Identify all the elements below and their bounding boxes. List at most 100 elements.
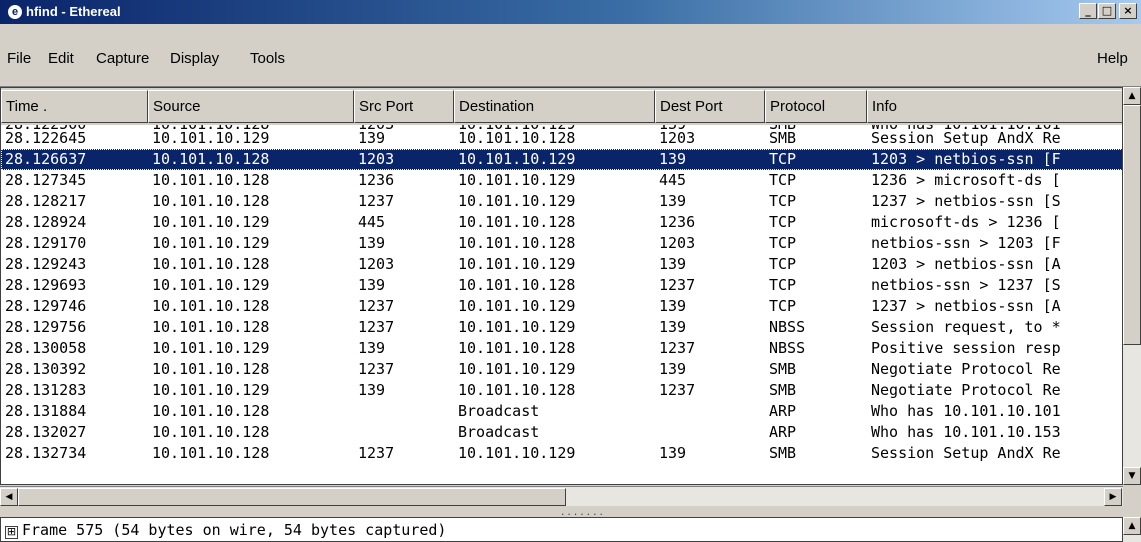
menu-file[interactable]: File bbox=[7, 50, 31, 67]
scroll-down-arrow-icon[interactable]: ▼ bbox=[1123, 467, 1141, 485]
cell-time: 28.128924 bbox=[5, 213, 87, 231]
cell-destination: 10.101.10.128 bbox=[458, 276, 576, 294]
cell-destination: Broadcast bbox=[458, 423, 540, 441]
minimize-button[interactable]: _ bbox=[1079, 3, 1097, 19]
cell-protocol: TCP bbox=[769, 276, 797, 294]
cell-source: 10.101.10.129 bbox=[152, 129, 270, 147]
title-bar[interactable]: e hfind - Ethereal _ □ × bbox=[0, 0, 1141, 24]
packet-row[interactable]: 28.130392 10.101.10.128 1237 10.101.10.129 1… bbox=[1, 359, 1122, 380]
menu-capture[interactable]: Capture bbox=[96, 50, 149, 67]
pane-splitter[interactable]: ....... bbox=[0, 507, 1141, 518]
cell-src-port: 1237 bbox=[358, 444, 395, 462]
packet-row[interactable]: 28.131283 10.101.10.129 139 10.101.10.128 12… bbox=[1, 380, 1122, 401]
packet-row[interactable]: 28.129243 10.101.10.128 1203 10.101.10.129 1… bbox=[1, 254, 1122, 275]
packet-row[interactable]: 28.128924 10.101.10.129 445 10.101.10.128 12… bbox=[1, 212, 1122, 233]
packet-row[interactable]: 28.131884 10.101.10.128 Broadcast ARP Who ha… bbox=[1, 401, 1122, 422]
cell-src-port: 1203 bbox=[358, 150, 395, 168]
packet-detail-pane[interactable]: ⊞ Frame 575 (54 bytes on wire, 54 bytes c… bbox=[0, 517, 1123, 542]
cell-src-port: 139 bbox=[358, 381, 386, 399]
cell-protocol: TCP bbox=[769, 255, 797, 273]
expand-tree-icon[interactable]: ⊞ bbox=[5, 526, 18, 539]
cell-destination: 10.101.10.129 bbox=[458, 360, 576, 378]
packet-row[interactable]: 28.129756 10.101.10.128 1237 10.101.10.129 1… bbox=[1, 317, 1122, 338]
menu-bar: File Edit Capture Display Tools Help bbox=[0, 24, 1141, 87]
scroll-left-arrow-icon[interactable]: ◀ bbox=[0, 488, 18, 506]
column-header-protocol[interactable]: Protocol bbox=[765, 90, 867, 123]
cell-src-port: 1237 bbox=[358, 297, 395, 315]
cell-src-port: 445 bbox=[358, 213, 386, 231]
cell-destination: 10.101.10.129 bbox=[458, 150, 576, 168]
packet-row[interactable]: 28.132734 10.101.10.128 1237 10.101.10.129 1… bbox=[1, 443, 1122, 464]
cell-src-port: 1237 bbox=[358, 318, 395, 336]
packet-list[interactable]: 28.12250010.101.10.128120310.101.10.1291… bbox=[0, 87, 1123, 485]
cell-time: 28.131884 bbox=[5, 402, 87, 420]
cell-time: 28.128217 bbox=[5, 192, 87, 210]
close-button[interactable]: × bbox=[1119, 3, 1137, 19]
cell-time: 28.127345 bbox=[5, 171, 87, 189]
detail-frame-text: Frame 575 (54 bytes on wire, 54 bytes ca… bbox=[22, 521, 447, 539]
cell-dest-port: 139 bbox=[659, 444, 687, 462]
column-header-dest-port[interactable]: Dest Port bbox=[655, 90, 765, 123]
cell-source: 10.101.10.128 bbox=[152, 444, 270, 462]
cell-src-port: 139 bbox=[358, 339, 386, 357]
cell-info: Negotiate Protocol Re bbox=[871, 360, 1061, 378]
cell-protocol: ARP bbox=[769, 423, 797, 441]
packet-row[interactable]: 28.132027 10.101.10.128 Broadcast ARP Who ha… bbox=[1, 422, 1122, 443]
cell-dest-port: 139 bbox=[659, 255, 687, 273]
cell-destination: 10.101.10.128 bbox=[458, 381, 576, 399]
scroll-right-arrow-icon[interactable]: ▶ bbox=[1104, 488, 1122, 506]
column-header-src-port[interactable]: Src Port bbox=[354, 90, 454, 123]
detail-scroll-up-arrow-icon[interactable]: ▲ bbox=[1123, 517, 1141, 535]
cell-source: 10.101.10.129 bbox=[152, 276, 270, 294]
cell-source: 10.101.10.128 bbox=[152, 171, 270, 189]
packet-row[interactable]: 28.130058 10.101.10.129 139 10.101.10.128 12… bbox=[1, 338, 1122, 359]
cell-destination: 10.101.10.128 bbox=[458, 339, 576, 357]
packet-row[interactable]: 28.127345 10.101.10.128 1236 10.101.10.129 4… bbox=[1, 170, 1122, 191]
cell-info: netbios-ssn > 1237 [S bbox=[871, 276, 1061, 294]
cell-time: 28.126637 bbox=[5, 150, 87, 168]
packet-row[interactable]: 28.126637 10.101.10.128 1203 10.101.10.129 1… bbox=[1, 149, 1122, 170]
scroll-up-arrow-icon[interactable]: ▲ bbox=[1123, 87, 1141, 105]
cell-destination: Broadcast bbox=[458, 402, 540, 420]
menu-tools[interactable]: Tools bbox=[250, 50, 285, 67]
cell-dest-port: 1203 bbox=[659, 234, 696, 252]
cell-src-port: 1237 bbox=[358, 192, 395, 210]
cell-protocol: TCP bbox=[769, 171, 797, 189]
horizontal-scroll-thumb[interactable] bbox=[18, 488, 566, 506]
cell-destination: 10.101.10.129 bbox=[458, 255, 576, 273]
cell-info: Negotiate Protocol Re bbox=[871, 381, 1061, 399]
menu-edit[interactable]: Edit bbox=[48, 50, 74, 67]
cell-info: Session Setup AndX Re bbox=[871, 444, 1061, 462]
cell-info: 1237 > netbios-ssn [S bbox=[871, 192, 1061, 210]
cell-time: 28.129170 bbox=[5, 234, 87, 252]
detail-frame-line[interactable]: ⊞ Frame 575 (54 bytes on wire, 54 bytes c… bbox=[5, 521, 446, 539]
cell-info: Session Setup AndX Re bbox=[871, 129, 1061, 147]
column-header-destination[interactable]: Destination bbox=[454, 90, 655, 123]
packet-list-vertical-scrollbar[interactable]: ▲ ▼ bbox=[1123, 87, 1141, 485]
cell-source: 10.101.10.128 bbox=[152, 402, 270, 420]
menu-display[interactable]: Display bbox=[170, 50, 219, 67]
packet-row[interactable]: 28.129170 10.101.10.129 139 10.101.10.128 12… bbox=[1, 233, 1122, 254]
cell-dest-port: 139 bbox=[659, 192, 687, 210]
vertical-scroll-thumb[interactable] bbox=[1123, 105, 1141, 345]
menu-help[interactable]: Help bbox=[1097, 50, 1128, 67]
maximize-button[interactable]: □ bbox=[1098, 3, 1116, 19]
detail-pane-scrollbar[interactable]: ▲ bbox=[1123, 517, 1141, 542]
cell-source: 10.101.10.129 bbox=[152, 381, 270, 399]
column-header-info[interactable]: Info bbox=[867, 90, 1122, 123]
packet-list-horizontal-scrollbar[interactable]: ◀ ▶ bbox=[0, 486, 1123, 506]
ethereal-icon[interactable]: e bbox=[7, 4, 23, 20]
packet-row[interactable]: 28.128217 10.101.10.128 1237 10.101.10.129 1… bbox=[1, 191, 1122, 212]
column-header-source[interactable]: Source bbox=[148, 90, 354, 123]
cell-time: 28.132027 bbox=[5, 423, 87, 441]
cell-time: 28.129243 bbox=[5, 255, 87, 273]
cell-protocol: NBSS bbox=[769, 318, 806, 336]
packet-row[interactable]: 28.129693 10.101.10.129 139 10.101.10.128 12… bbox=[1, 275, 1122, 296]
packet-row[interactable]: 28.122645 10.101.10.129 139 10.101.10.128 12… bbox=[1, 128, 1122, 149]
packet-row[interactable]: 28.129746 10.101.10.128 1237 10.101.10.129 1… bbox=[1, 296, 1122, 317]
cell-info: 1203 > netbios-ssn [F bbox=[871, 150, 1061, 168]
cell-protocol: TCP bbox=[769, 234, 797, 252]
cell-source: 10.101.10.128 bbox=[152, 192, 270, 210]
cell-destination: 10.101.10.129 bbox=[458, 171, 576, 189]
column-header-time[interactable]: Time . bbox=[1, 90, 148, 123]
